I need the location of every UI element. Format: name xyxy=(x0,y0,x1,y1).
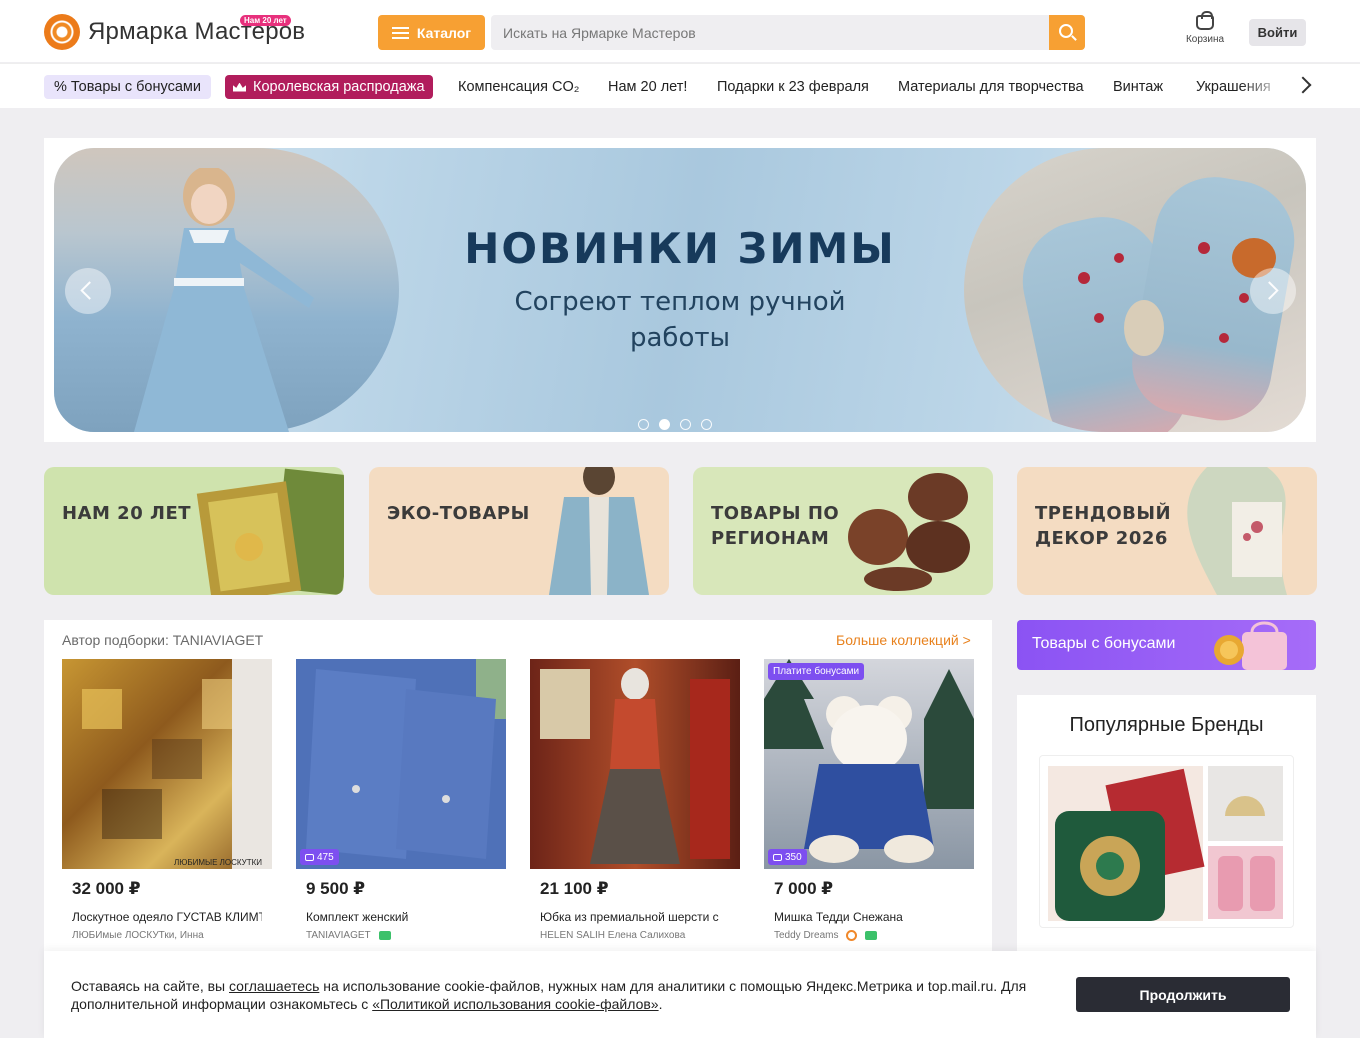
tile-label: ТОВАРЫ ПО РЕГИОНАМ xyxy=(711,503,840,549)
category-nav: % Товары с бонусами Королевская распрода… xyxy=(0,63,1360,108)
product-image[interactable] xyxy=(530,659,740,869)
product-image[interactable]: Платите бонусами 350 xyxy=(764,659,974,869)
cart-label: Корзина xyxy=(1185,34,1225,45)
logo[interactable]: Ярмарка Мастеров Нам 20 лет xyxy=(44,14,305,50)
chevron-right-icon xyxy=(1260,281,1279,300)
hero-slide[interactable]: НОВИНКИ ЗИМЫ Согреют теплом ручной работ… xyxy=(54,148,1306,432)
more-collections-link[interactable]: Больше коллекций > xyxy=(836,632,971,648)
bonus-goods-banner[interactable]: Товары с бонусами xyxy=(1017,620,1316,670)
cookie-text: Оставаясь на сайте, вы соглашаетесь на и… xyxy=(71,978,1027,1012)
product-title[interactable]: Мишка Тедди Снежана xyxy=(774,910,964,924)
product-seller[interactable]: HELEN SALIH Елена Салихова xyxy=(540,930,740,941)
brands-title: Популярные Бренды xyxy=(1069,714,1264,736)
cookie-banner: Оставаясь на сайте, вы соглашаетесь на и… xyxy=(44,951,1316,1038)
pay-with-bonus-tag: Платите бонусами xyxy=(768,663,865,680)
menu-icon xyxy=(391,26,409,39)
product-card[interactable]: 475 9 500 ₽ Комплект женский TANIAVIAGET xyxy=(296,659,506,941)
product-price: 7 000 ₽ xyxy=(774,879,834,898)
bonus-tag: 350 xyxy=(768,849,807,865)
catalog-label: Каталог xyxy=(416,24,472,41)
product-image[interactable]: ЛЮБИМЫЕ ЛОСКУТКИ xyxy=(62,659,272,869)
product-price: 32 000 ₽ xyxy=(72,879,141,898)
slider-prev-button[interactable] xyxy=(65,268,111,314)
tile-label: НАМ 20 ЛЕТ xyxy=(62,503,192,524)
man-in-shirt-image xyxy=(549,467,649,595)
tile-eco-goods[interactable]: ЭКО-ТОВАРЫ xyxy=(369,467,669,595)
nav-item-feb23-gifts[interactable]: Подарки к 23 февраля xyxy=(717,75,869,99)
continue-button[interactable]: Продолжить xyxy=(1076,977,1290,1012)
brand-products-image xyxy=(1048,766,1283,921)
clay-pots-image xyxy=(848,473,970,591)
nav-item-vintage[interactable]: Винтаж xyxy=(1113,75,1163,99)
anniversary-badge: Нам 20 лет xyxy=(240,15,291,26)
search-input[interactable] xyxy=(491,15,1049,50)
bonus-banner-label: Товары с бонусами xyxy=(1032,635,1176,652)
slider-dots xyxy=(638,419,712,430)
slider-dot[interactable] xyxy=(680,419,691,430)
nav-item-royal-sale[interactable]: Королевская распродажа xyxy=(225,75,433,99)
product-image[interactable]: 475 xyxy=(296,659,506,869)
product-card[interactable]: 21 100 ₽ Юбка из премиальной шерсти с HE… xyxy=(530,659,740,941)
tile-trend-decor[interactable]: ТРЕНДОВЫЙ ДЕКОР 2026 xyxy=(1017,467,1317,595)
product-title[interactable]: Юбка из премиальной шерсти с xyxy=(540,910,730,924)
nav-item-co2[interactable]: Компенсация CO₂ xyxy=(458,75,579,99)
tile-20-years[interactable]: НАМ 20 ЛЕТ xyxy=(44,467,344,595)
tile-regional-goods[interactable]: ТОВАРЫ ПО РЕГИОНАМ xyxy=(693,467,993,595)
seller-badge-icon xyxy=(846,930,858,941)
search-button[interactable] xyxy=(1049,15,1085,50)
tile-label: ЭКО-ТОВАРЫ xyxy=(387,503,530,524)
product-seller[interactable]: ЛЮБИмые ЛОСКУТки, Инна xyxy=(72,930,272,941)
agree-link[interactable]: соглашаетесь xyxy=(229,978,319,994)
catalog-button[interactable]: Каталог xyxy=(378,15,485,50)
cart-button[interactable]: Корзина xyxy=(1178,11,1232,45)
nav-item-20-years[interactable]: Нам 20 лет! xyxy=(608,75,687,99)
product-card[interactable]: Платите бонусами 350 7 000 ₽ Мишка Тедди… xyxy=(764,659,974,941)
logo-flower-icon xyxy=(44,14,80,50)
hero-banner: НОВИНКИ ЗИМЫ Согреют теплом ручной работ… xyxy=(44,138,1316,442)
banner-title: НОВИНКИ ЗИМЫ xyxy=(464,224,896,273)
nav-item-label: Королевская распродажа xyxy=(253,79,425,95)
coins-icon xyxy=(773,853,782,861)
product-card[interactable]: ЛЮБИМЫЕ ЛОСКУТКИ 32 000 ₽ Лоскутное одея… xyxy=(62,659,272,941)
search-bar xyxy=(491,15,1085,50)
card-payment-icon xyxy=(865,931,878,940)
slider-next-button[interactable] xyxy=(1250,268,1296,314)
gift-bag-coin-icon xyxy=(1214,621,1287,670)
product-seller[interactable]: TANIAVIAGET xyxy=(306,930,506,941)
product-title[interactable]: Комплект женский xyxy=(306,910,496,924)
product-price: 9 500 ₽ xyxy=(306,879,366,898)
chevron-left-icon xyxy=(80,281,99,300)
crown-icon xyxy=(233,82,246,92)
banner-subtitle: Согреют теплом ручной работы xyxy=(514,287,846,353)
paintings-image xyxy=(196,468,344,595)
collection-author: Автор подборки: TANIAVIAGET xyxy=(62,632,264,648)
product-title[interactable]: Лоскутное одеяло ГУСТАВ КЛИМТ xyxy=(72,910,262,924)
image-watermark: ЛЮБИМЫЕ ЛОСКУТКИ xyxy=(173,858,262,867)
bonus-tag: 475 xyxy=(300,849,339,865)
login-button[interactable]: Войти xyxy=(1249,19,1306,46)
card-payment-icon xyxy=(378,931,391,940)
nav-item-bonus-goods[interactable]: % Товары с бонусами xyxy=(44,75,211,99)
slider-dot[interactable] xyxy=(638,419,649,430)
owl-embroidery-icon xyxy=(1078,238,1276,356)
product-seller[interactable]: Teddy Dreams xyxy=(774,930,974,941)
tile-label: ТРЕНДОВЫЙ ДЕКОР 2026 xyxy=(1035,503,1172,549)
slider-dot[interactable] xyxy=(701,419,712,430)
decor-mirror-image xyxy=(1187,467,1287,595)
product-price: 21 100 ₽ xyxy=(540,879,609,898)
cookie-policy-link[interactable]: «Политикой использования cookie-файлов» xyxy=(372,996,658,1012)
header: Ярмарка Мастеров Нам 20 лет Каталог Корз… xyxy=(0,0,1360,62)
coins-icon xyxy=(305,853,314,861)
girl-illustration xyxy=(134,168,314,432)
slider-dot[interactable] xyxy=(659,419,670,430)
bag-icon xyxy=(1196,11,1214,30)
nav-item-craft-materials[interactable]: Материалы для творчества xyxy=(898,75,1084,99)
brand-card[interactable] xyxy=(1039,755,1294,928)
